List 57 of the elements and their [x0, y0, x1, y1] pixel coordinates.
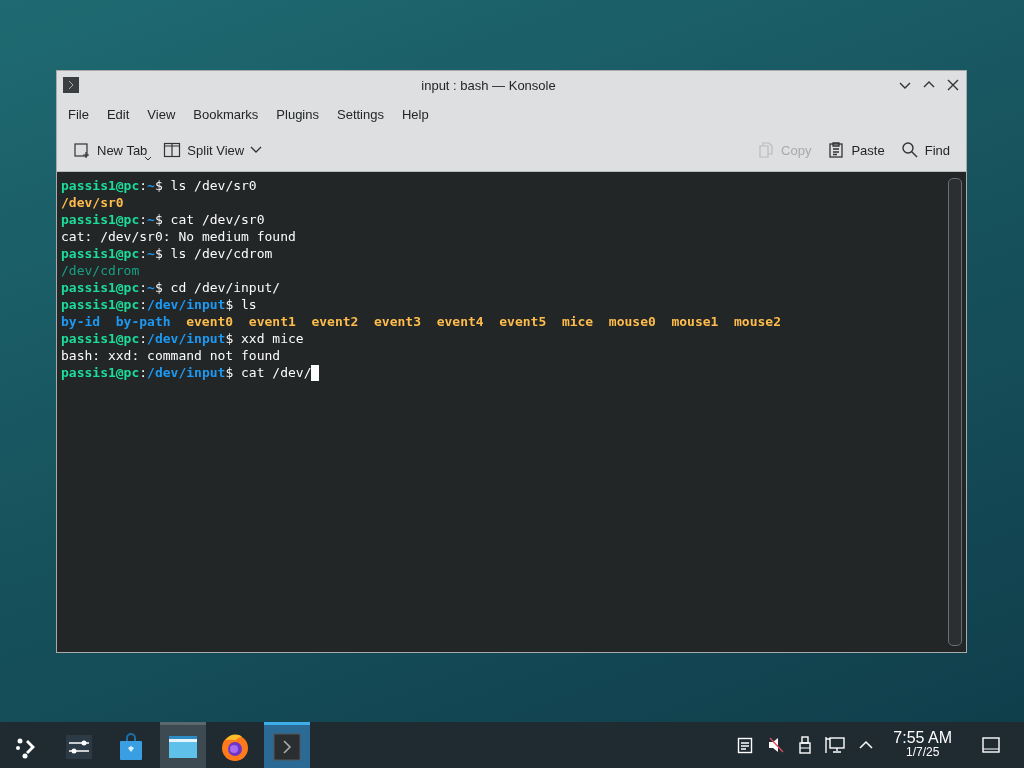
command-line: passis1@pc:~$ ls /dev/cdrom — [61, 245, 273, 262]
clock-time[interactable]: 7:55 AM — [893, 730, 952, 745]
file-name: event0 — [186, 313, 234, 330]
output-line: bash: xxd: command not found — [61, 347, 281, 364]
file-name: event1 — [248, 313, 296, 330]
scrollbar-thumb[interactable] — [948, 178, 962, 646]
output-line: cat: /dev/sr0: No medium found — [61, 228, 296, 245]
window-title: input : bash — Konsole — [420, 77, 557, 93]
network-icon[interactable] — [825, 736, 846, 754]
new-tab-icon — [73, 141, 91, 159]
sliders-icon[interactable] — [65, 733, 93, 760]
output-line: /dev/cdrom — [61, 262, 140, 279]
terminal-icon — [63, 77, 79, 93]
file-name: event2 — [311, 313, 359, 330]
menu-item[interactable]: Edit — [97, 103, 139, 125]
shopping-bag-icon[interactable] — [118, 732, 144, 761]
command-line: passis1@pc:~$ ls /dev/sr0 — [61, 177, 257, 194]
menu-item[interactable]: Settings — [328, 103, 393, 125]
new-tab-button[interactable]: New Tab — [65, 137, 156, 163]
terminal-icon[interactable] — [273, 732, 301, 761]
show-desktop-icon[interactable] — [982, 737, 1000, 753]
cursor — [311, 364, 320, 381]
command-line: passis1@pc:~$ cd /dev/input/ — [61, 279, 281, 296]
usb-drive-icon[interactable] — [799, 736, 812, 754]
command-line: passis1@pc:/dev/input$ xxd mice — [61, 330, 304, 347]
clipboard-icon[interactable] — [737, 736, 754, 754]
file-name: event4 — [436, 313, 484, 330]
file-name: event5 — [499, 313, 547, 330]
command-line: passis1@pc:/dev/input$ cat /dev/ — [61, 364, 312, 381]
chevron-down-icon — [250, 146, 263, 154]
file-name: mouse2 — [734, 313, 781, 330]
clipboard-icon — [827, 141, 846, 159]
file-name: event3 — [374, 313, 421, 330]
clock-date[interactable]: 1/7/25 — [905, 745, 940, 760]
menu-item[interactable]: Help — [392, 103, 438, 125]
taskbar-item[interactable] — [160, 722, 206, 768]
copy-icon — [757, 141, 776, 159]
close-icon[interactable] — [946, 78, 960, 92]
file-name: by-path — [115, 313, 171, 330]
menu-item[interactable]: Plugins — [267, 103, 328, 125]
menu-item[interactable]: View — [138, 103, 185, 125]
search-icon — [900, 141, 919, 159]
file-name: mice — [561, 313, 594, 330]
file-name: by-id — [61, 313, 101, 330]
menu-item[interactable]: File — [59, 103, 98, 125]
menu-item[interactable]: Bookmarks — [184, 103, 268, 125]
folder-icon[interactable] — [168, 733, 198, 760]
file-name: mouse1 — [671, 313, 719, 330]
split-view-icon — [163, 141, 182, 159]
muted-speaker-icon[interactable] — [767, 736, 786, 754]
find-button[interactable]: Find — [892, 137, 958, 163]
command-line: passis1@pc:/dev/input$ ls — [61, 296, 257, 313]
output-line: /dev/sr0 — [61, 194, 124, 211]
paste-button[interactable]: Paste — [819, 137, 893, 163]
command-line: passis1@pc:~$ cat /dev/sr0 — [61, 211, 265, 228]
file-name: mouse0 — [608, 313, 656, 330]
split-view-button[interactable]: Split View — [155, 137, 271, 163]
